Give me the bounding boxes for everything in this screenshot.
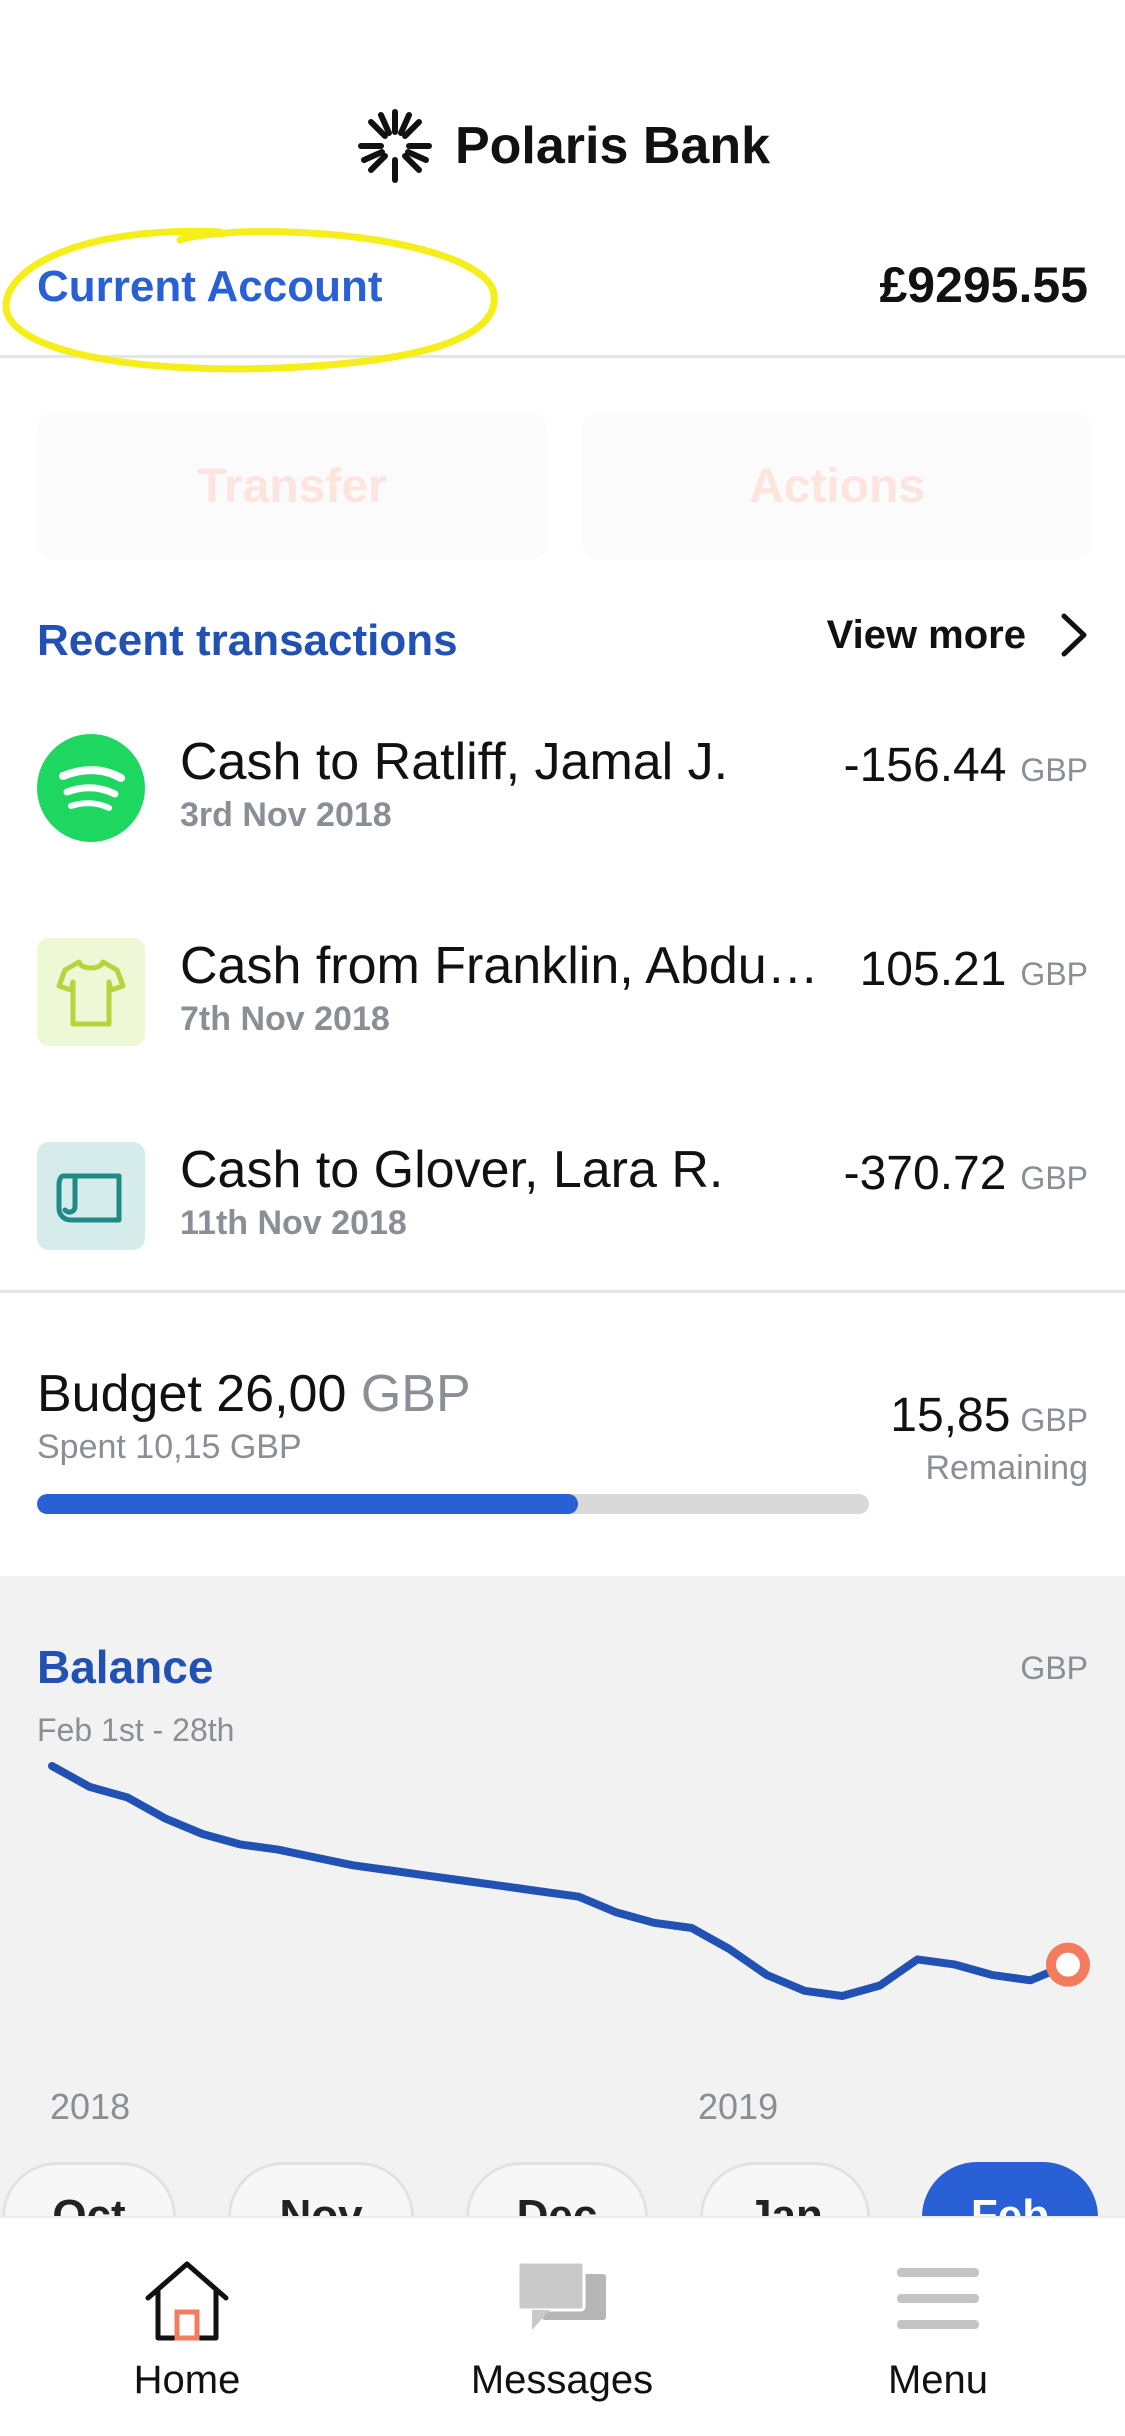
brand-name: Polaris Bank (454, 117, 771, 175)
year-label: 2019 (698, 2086, 779, 2127)
transaction-row[interactable]: Cash from Franklin, Abdu… 7th Nov 2018 1… (0, 937, 1125, 1058)
tab-home-label: Home (133, 2358, 241, 2402)
account-name[interactable]: Current Account (37, 262, 383, 312)
remaining-label: Remaining (925, 1449, 1088, 1487)
actions-button[interactable]: Actions (582, 412, 1092, 560)
transaction-amount: -370.72 GBP (844, 1146, 1088, 1201)
menu-icon (897, 2268, 979, 2329)
budget-spent: Spent 10,15 GBP (37, 1428, 302, 1466)
balance-panel: Balance GBP Feb 1st - 28th 2018 2019 Oct… (0, 1576, 1125, 2216)
tab-messages-label: Messages (470, 2358, 654, 2402)
tab-menu[interactable]: Menu (808, 2258, 1068, 2403)
month-oct[interactable]: Oct (2, 2162, 176, 2216)
amount-currency: GBP (1020, 956, 1088, 992)
tshirt-icon (37, 938, 145, 1046)
tab-home[interactable]: Home (57, 2258, 317, 2403)
budget-currency: GBP (360, 1365, 471, 1423)
home-icon (145, 2261, 229, 2341)
budget-title: Budget 26,00 GBP (37, 1364, 471, 1424)
account-balance: £9295.55 (879, 257, 1088, 313)
month-dec[interactable]: Dec (466, 2162, 648, 2216)
current-balance-marker (1046, 1942, 1090, 1987)
tab-messages[interactable]: Messages (432, 2258, 692, 2403)
ticket-icon (37, 1142, 145, 1250)
view-more-link[interactable]: View more (827, 612, 1088, 658)
balance-currency: GBP (1020, 1650, 1088, 1686)
recent-transactions-title: Recent transactions (37, 616, 458, 665)
balance-chart (48, 1762, 1090, 2000)
transaction-name: Cash to Glover, Lara R. (180, 1141, 724, 1199)
transaction-name: Cash to Ratliff, Jamal J. (180, 733, 729, 791)
budget-progress-bar (37, 1494, 869, 1514)
amount-value: -370.72 (843, 1147, 1007, 1200)
year-label: 2018 (50, 2086, 131, 2127)
transaction-name: Cash from Franklin, Abdu… (180, 937, 819, 995)
transaction-amount: -156.44 GBP (844, 738, 1088, 793)
transfer-button[interactable]: Transfer (37, 412, 547, 560)
amount-currency: GBP (1020, 1160, 1088, 1196)
amount-value: 105.21 (859, 943, 1007, 996)
transaction-date: 11th Nov 2018 (180, 1204, 407, 1242)
balance-date-range: Feb 1st - 28th (37, 1712, 235, 1748)
budget-progress-fill (37, 1494, 578, 1514)
transaction-date: 7th Nov 2018 (180, 1000, 390, 1038)
polaris-logo-icon (357, 109, 432, 183)
month-feb[interactable]: Feb (922, 2162, 1098, 2216)
remaining-amount: 15,85 (890, 1389, 1011, 1442)
budget-remaining: 15,85 GBP Remaining (890, 1388, 1088, 1488)
messages-icon (516, 2260, 606, 2330)
amount-value: -156.44 (843, 739, 1007, 792)
view-more-label: View more (826, 612, 1026, 657)
header: Polaris Bank Current Account £9295.55 (0, 0, 1125, 373)
month-jan[interactable]: Jan (700, 2162, 870, 2216)
spotify-icon (37, 734, 145, 842)
brand: Polaris Bank (0, 106, 1125, 186)
amount-currency: GBP (1020, 752, 1088, 788)
month-nov[interactable]: Nov (228, 2162, 414, 2216)
transaction-row[interactable]: Cash to Ratliff, Jamal J. 3rd Nov 2018 -… (0, 733, 1125, 854)
chevron-right-icon (1061, 613, 1087, 657)
balance-series-line (48, 1762, 1072, 2000)
tab-bar: Home Messages Menu (0, 2216, 1125, 2436)
remaining-currency: GBP (1020, 1402, 1088, 1438)
section-divider (0, 1290, 1125, 1293)
transaction-amount: 105.21 GBP (860, 942, 1088, 997)
budget-amount: Budget 26,00 (37, 1365, 347, 1423)
balance-title: Balance (37, 1641, 214, 1693)
transaction-row[interactable]: Cash to Glover, Lara R. 11th Nov 2018 -3… (0, 1141, 1125, 1262)
tab-menu-label: Menu (887, 2358, 989, 2402)
transaction-date: 3rd Nov 2018 (180, 796, 392, 834)
